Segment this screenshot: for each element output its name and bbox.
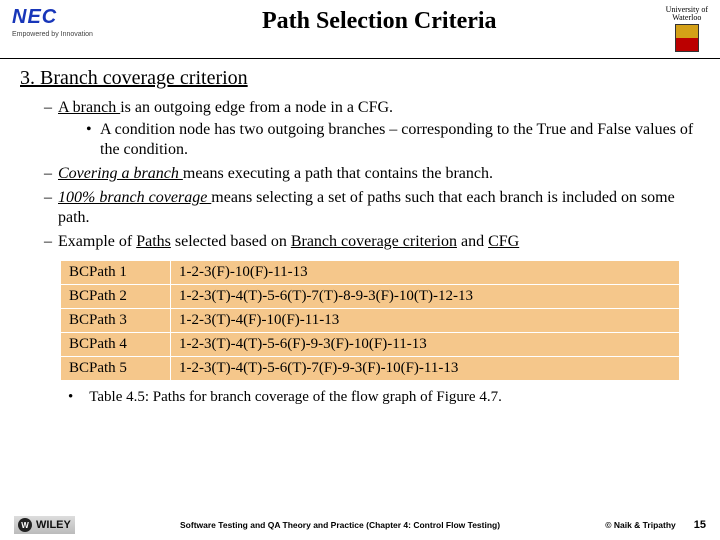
paths-table: BCPath 11-2-3(F)-10(F)-11-13 BCPath 21-2…: [60, 260, 680, 381]
nec-logo: NEC Empowered by Innovation: [12, 6, 93, 38]
bullet-condition-node: A condition node has two outgoing branch…: [86, 120, 700, 160]
copyright: © Naik & Tripathy: [605, 520, 676, 530]
slide-body: 3. Branch coverage criterion A branch is…: [0, 67, 720, 406]
shield-icon: [675, 24, 699, 52]
table-row: BCPath 41-2-3(T)-4(T)-5-6(F)-9-3(F)-10(F…: [61, 333, 680, 357]
table-row: BCPath 31-2-3(T)-4(F)-10(F)-11-13: [61, 309, 680, 333]
term-branch: A branch: [58, 99, 120, 116]
uw-text-2: Waterloo: [672, 14, 701, 22]
wiley-wordmark: WILEY: [36, 519, 71, 531]
table-row: BCPath 11-2-3(F)-10(F)-11-13: [61, 261, 680, 285]
slide-title: Path Selection Criteria: [93, 6, 666, 35]
bullet-100pct: 100% branch coverage means selecting a s…: [44, 188, 700, 228]
term-covering: Covering a branch: [58, 165, 183, 182]
bullet-covering: Covering a branch means executing a path…: [44, 164, 700, 184]
waterloo-logo: University of Waterloo: [666, 6, 708, 52]
table-caption: Table 4.5: Paths for branch coverage of …: [89, 389, 502, 406]
table-row: BCPath 21-2-3(T)-4(T)-5-6(T)-7(T)-8-9-3(…: [61, 285, 680, 309]
wiley-logo: W WILEY: [14, 516, 75, 534]
bullet-icon: •: [68, 389, 73, 406]
slide-footer: W WILEY Software Testing and QA Theory a…: [0, 516, 720, 534]
table-row: BCPath 51-2-3(T)-4(T)-5-6(T)-7(F)-9-3(F)…: [61, 357, 680, 381]
table-caption-row: • Table 4.5: Paths for branch coverage o…: [60, 389, 700, 406]
bullet-example: Example of Paths selected based on Branc…: [44, 232, 700, 252]
header-rule: [0, 58, 720, 59]
nec-wordmark: NEC: [12, 6, 57, 29]
section-heading: 3. Branch coverage criterion: [20, 67, 700, 90]
slide-header: NEC Empowered by Innovation Path Selecti…: [0, 0, 720, 56]
bullet-branch-def: A branch is an outgoing edge from a node…: [44, 98, 700, 160]
nec-tagline: Empowered by Innovation: [12, 31, 93, 38]
footer-right: © Naik & Tripathy 15: [605, 519, 706, 531]
footer-center: Software Testing and QA Theory and Pract…: [75, 520, 605, 530]
term-100pct: 100% branch coverage: [58, 189, 211, 206]
wiley-icon: W: [18, 518, 32, 532]
page-number: 15: [694, 519, 706, 531]
